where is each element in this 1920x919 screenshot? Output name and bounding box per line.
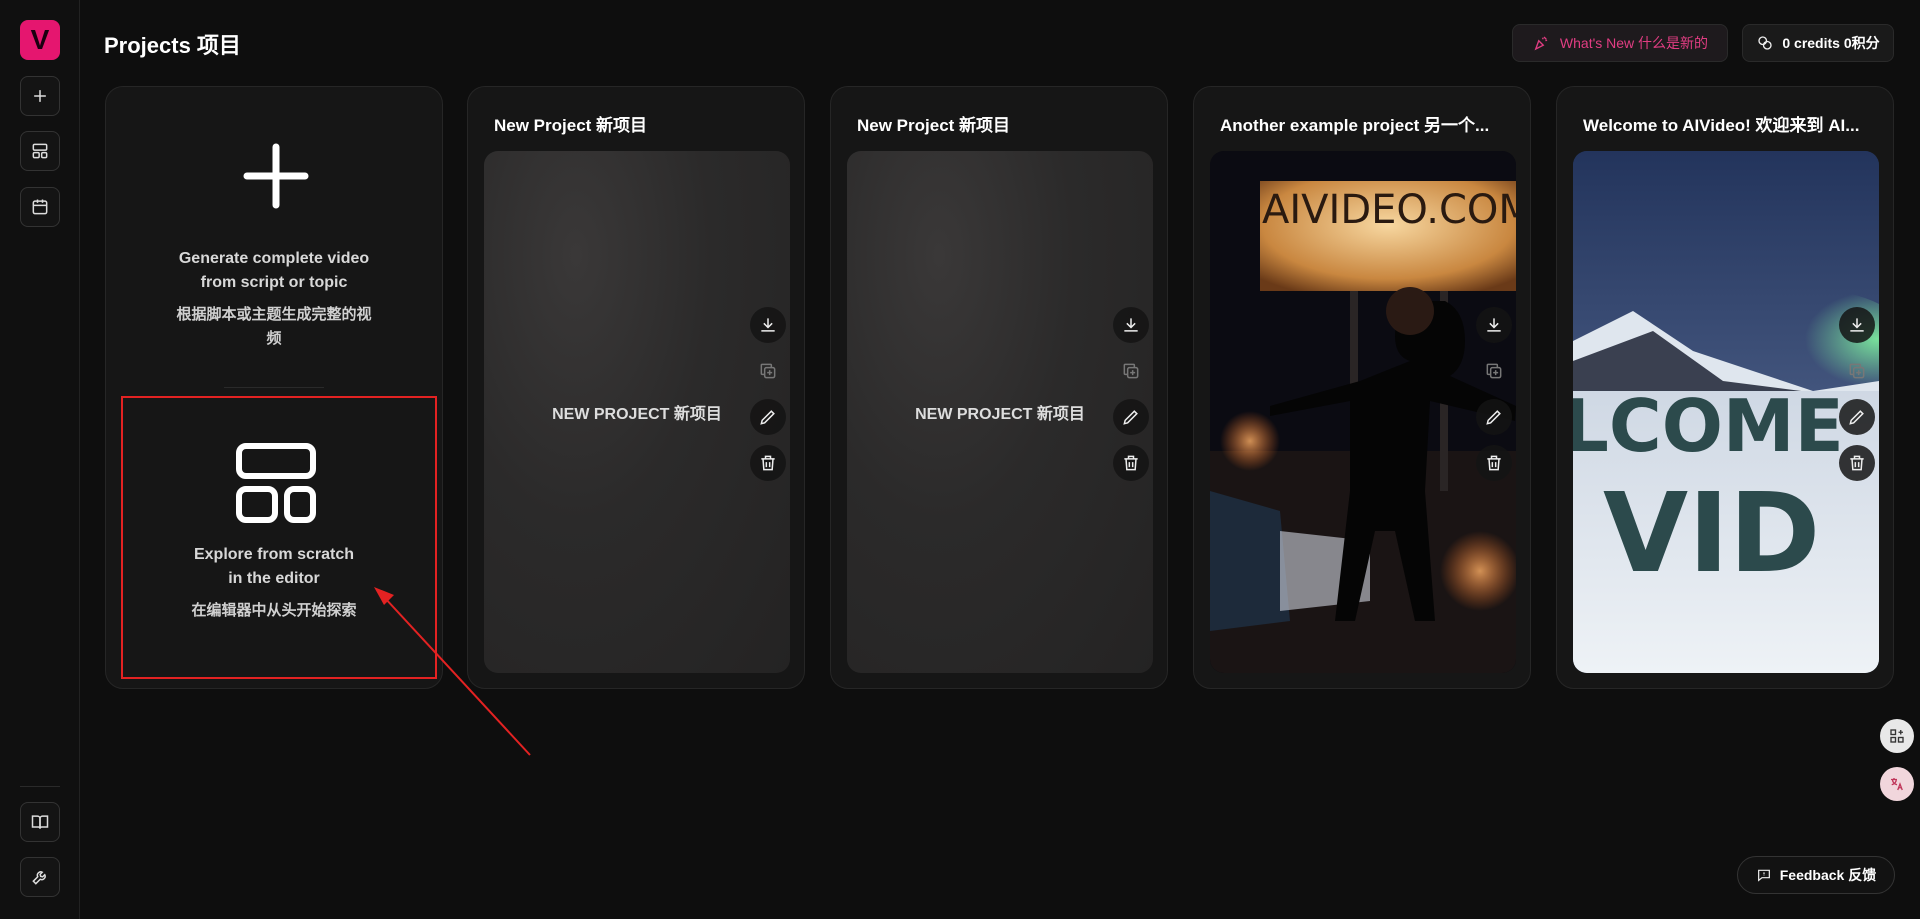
edit-button[interactable] [750,399,786,435]
generate-title-en: Generate complete video from script or t… [178,250,370,291]
download-button[interactable] [750,307,786,343]
option-divider [224,387,324,388]
project-thumbnail[interactable]: NEW PROJECT 新项目 [484,151,790,673]
feedback-button[interactable]: Feedback 反馈 [1737,856,1895,894]
page-title: Projects 项目 [104,33,241,58]
project-title: New Project 新项目 [857,116,1011,135]
coins-icon [1758,36,1773,50]
generate-title-zh: 根据脚本或主题生成完整的视频 [176,306,372,347]
app-logo[interactable]: V [20,20,60,60]
credits-label: 0 credits 0积分 [1782,35,1880,51]
project-title: Welcome to AIVideo! 欢迎来到 AI... [1583,116,1860,135]
delete-button[interactable] [1476,445,1512,481]
project-card[interactable]: New Project 新项目 NEW PROJECT 新项目 [830,86,1168,689]
calendar-icon [32,199,48,215]
logo-letter: V [30,24,50,55]
sidebar-docs-button[interactable] [20,802,60,842]
download-button[interactable] [1113,307,1149,343]
sidebar-templates-button[interactable] [20,131,60,171]
copy-icon [760,363,776,379]
sidebar-settings-button[interactable] [20,857,60,897]
project-actions [1476,307,1512,491]
duplicate-button[interactable] [1839,353,1875,389]
book-icon [31,815,49,829]
scratch-title-en: Explore from scratch in the editor [193,546,355,587]
download-icon [1850,318,1864,332]
project-title: Another example project 另一个... [1220,116,1490,135]
generate-video-option[interactable]: Generate complete video from script or t… [106,87,442,387]
edit-button[interactable] [1113,399,1149,435]
snow-text-2: VID [1603,469,1820,597]
credits-button[interactable]: 0 credits 0积分 [1742,24,1894,62]
pencil-icon [1123,410,1138,425]
whats-new-button[interactable]: What's New 什么是新的 [1512,24,1728,62]
sidebar-calendar-button[interactable] [20,187,60,227]
layout-icon [236,443,316,523]
download-icon [1124,318,1138,332]
billboard-text: AIVIDEO.COM [1262,187,1516,233]
download-button[interactable] [1476,307,1512,343]
project-thumbnail[interactable]: LCOME VID [1573,151,1879,673]
edit-button[interactable] [1839,399,1875,435]
delete-button[interactable] [1839,445,1875,481]
message-icon [1757,869,1770,882]
project-thumbnail[interactable]: NEW PROJECT 新项目 [847,151,1153,673]
feedback-label: Feedback 反馈 [1779,867,1877,883]
party-icon [1534,36,1548,51]
delete-button[interactable] [1113,445,1149,481]
apps-add-icon [1890,729,1904,743]
pencil-icon [760,410,775,425]
delete-button[interactable] [750,445,786,481]
night-billboard-image: AIVIDEO.COM [1210,151,1516,673]
copy-icon [1849,363,1865,379]
trash-icon [761,455,775,471]
download-icon [1487,318,1501,332]
trash-icon [1124,455,1138,471]
duplicate-button[interactable] [1476,353,1512,389]
translate-icon [1891,778,1903,791]
project-card[interactable]: New Project 新项目 NEW PROJECT 新项目 [467,86,805,689]
download-icon [761,318,775,332]
snow-text-1: LCOME [1573,384,1844,468]
plus-icon [243,143,309,209]
whats-new-label: What's New 什么是新的 [1559,35,1709,51]
project-actions [1839,307,1875,491]
copy-icon [1486,363,1502,379]
sidebar-divider [20,786,60,787]
download-button[interactable] [1839,307,1875,343]
apps-float-button[interactable] [1880,719,1914,753]
edit-button[interactable] [1476,399,1512,435]
translate-float-button[interactable] [1880,767,1914,801]
copy-icon [1123,363,1139,379]
project-card[interactable]: Welcome to AIVideo! 欢迎来到 AI... LCOME VID [1556,86,1894,689]
pencil-icon [1849,410,1864,425]
scratch-title-zh: 在编辑器中从头开始探索 [191,602,357,619]
project-title: New Project 新项目 [494,116,648,135]
pencil-icon [1486,410,1501,425]
project-actions [1113,307,1149,491]
thumbnail-label: NEW PROJECT 新项目 [915,406,1085,423]
plus-icon [34,90,46,102]
snow-aurora-image: LCOME VID [1573,151,1879,673]
wrench-icon [32,871,46,885]
project-card[interactable]: Another example project 另一个... AIVIDEO.C… [1193,86,1531,689]
thumbnail-label: NEW PROJECT 新项目 [552,406,722,423]
layout-icon [32,143,48,159]
create-card: Generate complete video from script or t… [105,86,443,689]
sidebar-new-button[interactable] [20,76,60,116]
sidebar: V [0,0,80,919]
duplicate-button[interactable] [1113,353,1149,389]
project-actions [750,307,786,491]
project-thumbnail[interactable]: AIVIDEO.COM [1210,151,1516,673]
trash-icon [1487,455,1501,471]
trash-icon [1850,455,1864,471]
duplicate-button[interactable] [750,353,786,389]
